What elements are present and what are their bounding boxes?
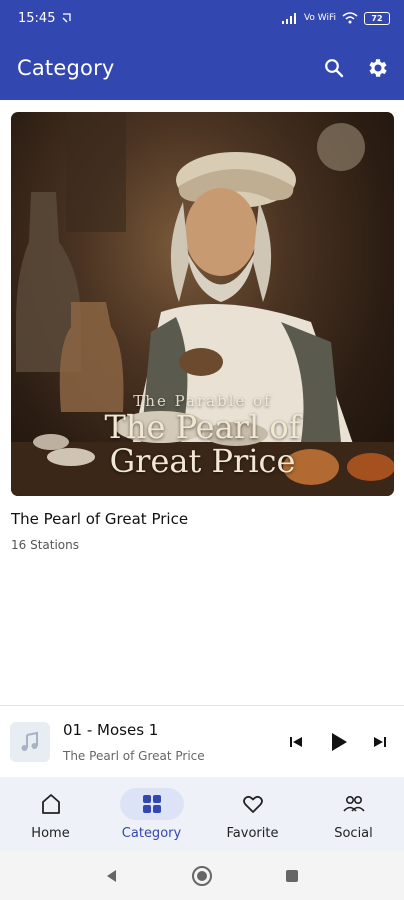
status-time: 15:45 [18,10,56,26]
system-home-button[interactable] [188,862,216,890]
nav-item-favorite[interactable]: Favorite [202,777,303,851]
category-card[interactable]: The Parable of The Pearl of Great Price … [11,112,394,552]
status-bar: 15:45 Vo WiFi 72 [0,0,404,36]
heart-icon [242,795,263,813]
next-button[interactable] [366,728,394,756]
nav-label-favorite: Favorite [226,825,279,841]
nav-icon-wrap [19,788,83,820]
skip-next-icon [374,736,386,747]
home-icon [41,793,60,814]
network-label: Vo WiFi [303,13,336,23]
system-recents-button[interactable] [278,862,306,890]
category-title: The Pearl of Great Price [11,510,189,528]
cover-title-line3: Great Price [109,442,296,480]
grid-icon [142,794,161,813]
track-thumbnail [10,721,50,762]
recents-square-icon [286,869,298,882]
nav-item-category[interactable]: Category [101,777,202,851]
home-circle-icon [192,865,212,886]
nav-item-social[interactable]: Social [303,777,404,851]
mini-player[interactable]: 01 - Moses 1 The Pearl of Great Price [0,705,404,777]
system-back-button[interactable] [98,862,126,890]
system-nav-bar [0,851,404,900]
cover-image: The Parable of The Pearl of Great Price [11,112,394,496]
category-list: The Parable of The Pearl of Great Price … [11,112,394,552]
gear-icon [369,59,387,77]
cover-title-line1: The Parable of [133,392,272,410]
bottom-nav: Home Category Favorite Social [0,777,404,851]
nav-label-home: Home [31,825,70,841]
track-title: 01 - Moses 1 [63,720,159,739]
signal-icon [281,13,296,24]
battery-icon: 72 [364,11,390,25]
people-icon [342,795,365,812]
app-actions [320,54,392,82]
previous-button[interactable] [282,728,310,756]
player-controls [282,728,394,756]
cover-title-line2: The Pearl of [104,408,301,446]
settings-button[interactable] [364,54,392,82]
search-button[interactable] [320,54,348,82]
nav-icon-wrap [221,788,285,820]
cover-title: The Parable of The Pearl of Great Price [11,392,394,478]
back-triangle-icon [107,869,116,882]
search-icon [325,59,344,78]
skip-previous-icon [290,736,302,747]
screen: 15:45 Vo WiFi 72 Category The Parable of… [0,0,404,900]
status-left: 15:45 [18,11,73,26]
page-title: Category [17,56,115,80]
track-info: 01 - Moses 1 The Pearl of Great Price [63,721,282,763]
nav-label-social: Social [334,825,373,841]
play-button[interactable] [324,728,352,756]
music-note-icon [21,731,38,751]
cast-icon [63,13,72,23]
nav-item-home[interactable]: Home [0,777,101,851]
nav-icon-wrap [119,787,184,820]
play-icon [332,732,347,751]
track-subtitle: The Pearl of Great Price [63,748,205,763]
app-bar: Category [0,36,404,100]
wifi-icon [342,12,358,24]
category-station-count: 16 Stations [11,538,79,552]
status-right: Vo WiFi 72 [281,11,390,25]
nav-icon-wrap [322,788,386,820]
nav-label-category: Category [121,825,182,841]
